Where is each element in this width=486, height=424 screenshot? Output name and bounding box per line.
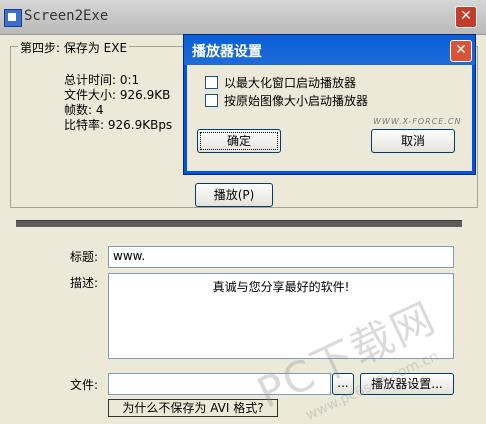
player-settings-dialog: 播放器设置 ✕ 以最大化窗口启动播放器 按原始图像大小启动播放器 WWW.X-F… <box>183 34 476 175</box>
original-size-checkbox[interactable] <box>205 94 218 107</box>
file-label: 文件: <box>70 378 99 392</box>
title-input[interactable]: www. <box>108 246 454 268</box>
ok-button[interactable]: 确定 <box>197 129 281 153</box>
maximize-checkbox[interactable] <box>205 76 218 89</box>
dialog-title-bar[interactable]: 播放器设置 ✕ <box>184 35 475 65</box>
focus-ring <box>200 132 278 150</box>
stat-bitrate: 比特率: 926.9KBps <box>64 118 173 132</box>
original-size-option-label[interactable]: 按原始图像大小启动播放器 <box>224 92 368 109</box>
play-button[interactable]: 播放(P) <box>195 183 273 207</box>
cancel-button[interactable]: 取消 <box>371 129 455 153</box>
description-label: 描述: <box>70 276 99 290</box>
step-legend: 第四步: 保存为 EXE <box>18 39 130 56</box>
close-icon[interactable]: ✕ <box>455 6 477 28</box>
title-label: 标题: <box>70 250 99 264</box>
app-icon <box>4 9 22 27</box>
brand-logo: WWW.X-FORCE.CN <box>373 117 462 126</box>
close-icon[interactable]: ✕ <box>450 40 472 62</box>
dialog-body: 以最大化窗口启动播放器 按原始图像大小启动播放器 WWW.X-FORCE.CN … <box>187 65 472 171</box>
separator <box>16 220 462 227</box>
window-title: Screen2Exe <box>24 8 109 24</box>
maximize-option-label[interactable]: 以最大化窗口启动播放器 <box>224 74 356 91</box>
dialog-title: 播放器设置 <box>192 44 262 60</box>
why-not-avi-button[interactable]: 为什么不保存为 AVI 格式? <box>108 399 278 417</box>
